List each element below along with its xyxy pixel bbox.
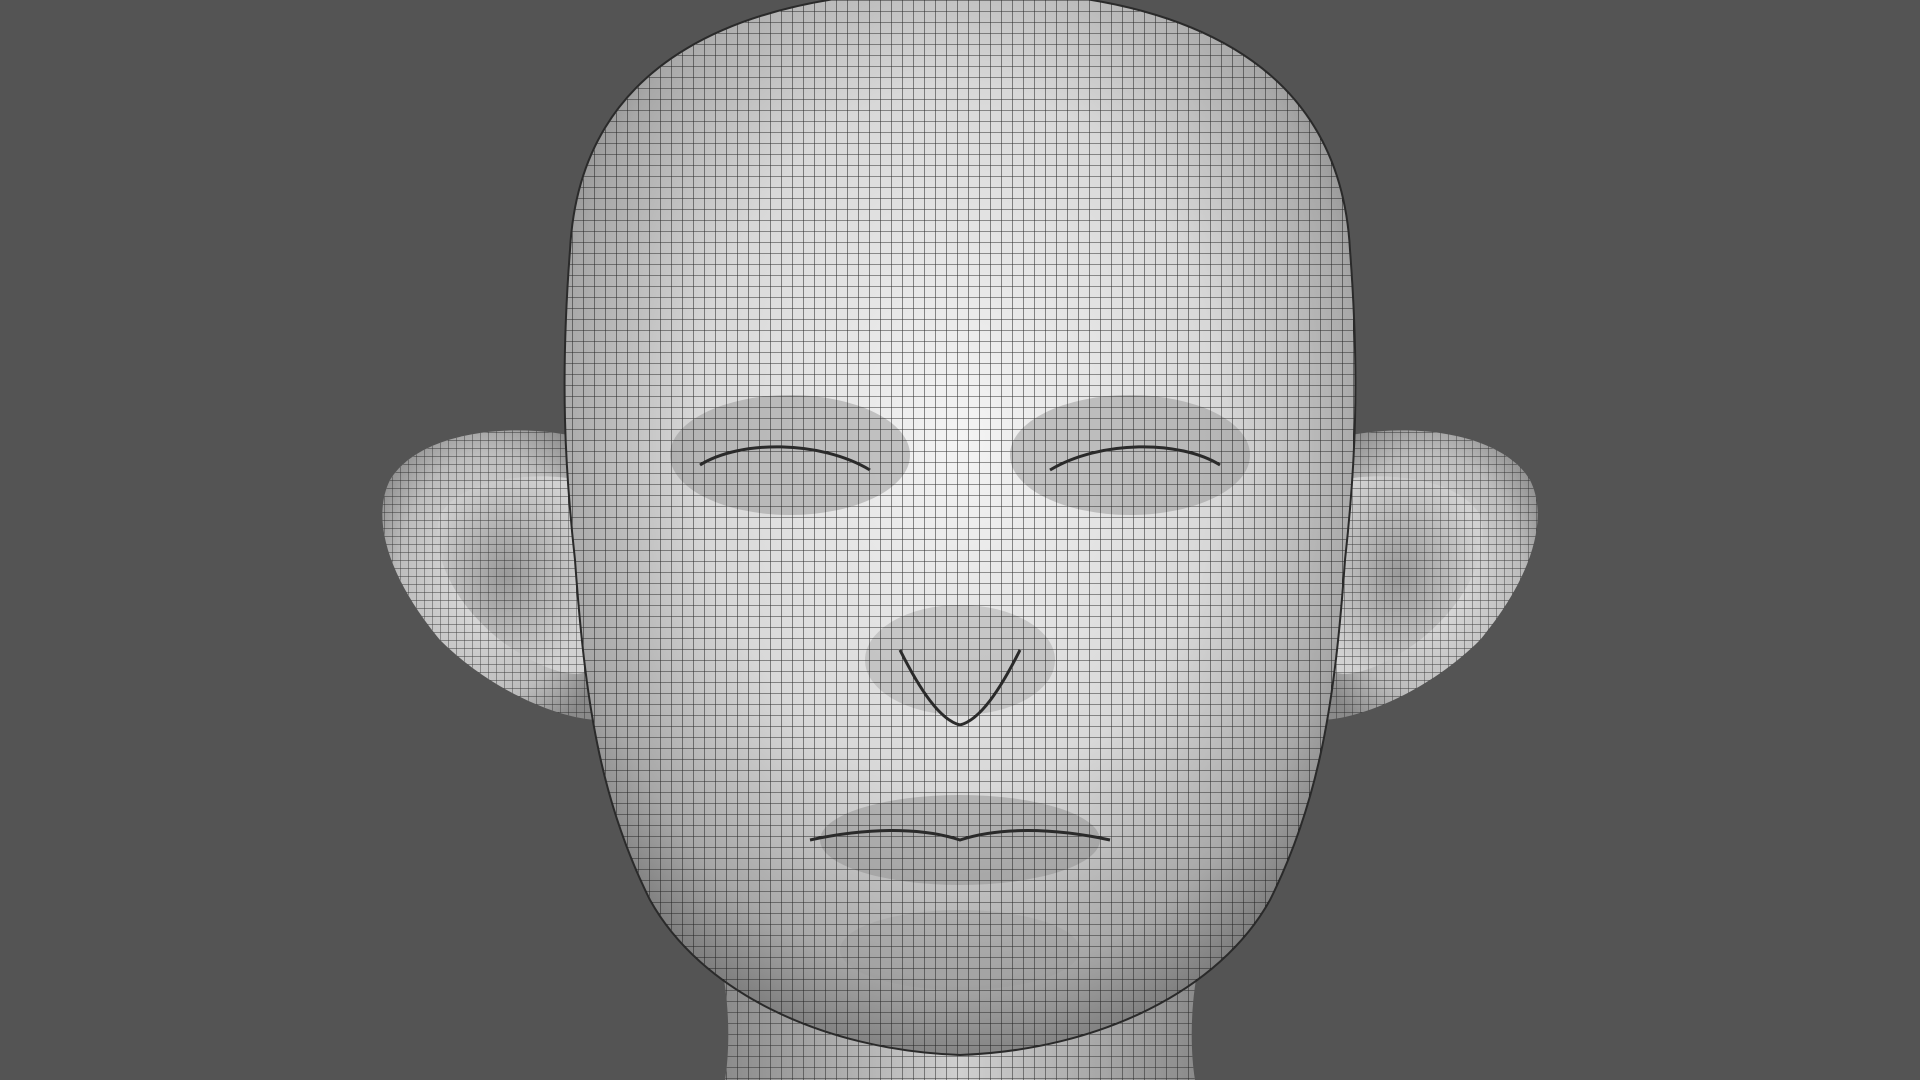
3d-viewport[interactable] <box>0 0 1920 1080</box>
head-mesh-render <box>382 0 1538 1080</box>
head <box>563 0 1357 1056</box>
